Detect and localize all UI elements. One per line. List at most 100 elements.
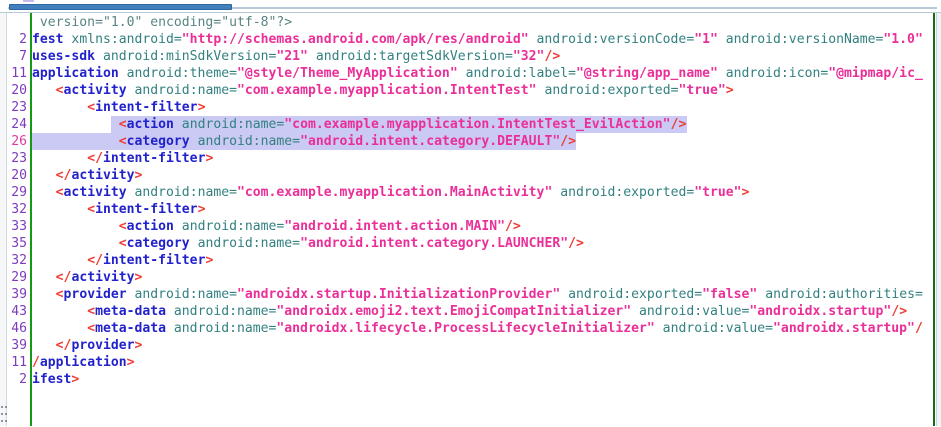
code-token: application xyxy=(32,66,119,81)
code-token: android:name= xyxy=(127,83,237,98)
code-token: "androidx.startup.InitializationProvider… xyxy=(237,287,560,302)
code-token: > xyxy=(135,338,143,353)
code-token: android:versionName= xyxy=(718,32,884,47)
code-token: "androidx.emoji2.text.EmojiCompatInitial… xyxy=(276,304,631,319)
grip-dot xyxy=(1,413,3,415)
marker-strip xyxy=(0,13,7,426)
code-token: "@string/app_name" xyxy=(576,66,718,81)
code-line[interactable]: fest xmlns:android="http://schemas.andro… xyxy=(32,31,935,48)
code-token: > xyxy=(135,168,143,183)
code-line[interactable]: <intent-filter> xyxy=(32,99,935,116)
code-line[interactable]: /application> xyxy=(32,354,935,371)
code-token: "true" xyxy=(694,185,741,200)
line-number: 33 xyxy=(8,218,30,235)
code-token: fest xyxy=(32,32,64,47)
code-token: android:label= xyxy=(458,66,576,81)
code-token: action xyxy=(127,219,174,234)
code-token: activity xyxy=(64,83,127,98)
code-line[interactable]: <meta-data android:name="androidx.emoji2… xyxy=(32,303,935,320)
code-token: "com.example.myapplication.IntentTest_Ev… xyxy=(284,117,670,132)
code-token: > xyxy=(127,355,135,370)
code-line[interactable]: <category android:name="android.intent.c… xyxy=(32,235,935,252)
code-token: meta-data xyxy=(95,321,166,336)
code-line[interactable]: ifest> xyxy=(32,371,935,388)
code-line[interactable]: <action android:name="android.intent.act… xyxy=(32,218,935,235)
code-token: /> xyxy=(891,304,907,319)
code-line[interactable]: </activity> xyxy=(32,167,935,184)
code-token: application xyxy=(40,355,127,370)
line-number: 43 xyxy=(8,303,30,320)
code-line[interactable]: <activity android:name="com.example.myap… xyxy=(32,184,935,201)
code-line[interactable]: <intent-filter> xyxy=(32,201,935,218)
grip-dot xyxy=(1,420,3,422)
code-token xyxy=(32,185,56,200)
code-text-area[interactable]: version="1.0" encoding="utf-8"?>fest xml… xyxy=(32,14,935,427)
code-token: > xyxy=(135,270,143,285)
code-line[interactable]: application android:theme="@style/Theme_… xyxy=(32,65,935,82)
code-token: < xyxy=(119,219,127,234)
code-line[interactable]: <category android:name="android.intent.c… xyxy=(32,133,935,150)
code-token: android:minSdkVersion= xyxy=(95,49,276,64)
code-token: </ xyxy=(56,270,72,285)
code-token xyxy=(32,219,119,234)
vertical-scrollbar-track[interactable] xyxy=(936,13,941,426)
code-token: intent-filter xyxy=(95,100,197,115)
code-token: android:versionCode= xyxy=(529,32,695,47)
code-line[interactable]: <provider android:name="androidx.startup… xyxy=(32,286,935,303)
code-token: "android.intent.category.DEFAULT" xyxy=(300,134,560,149)
code-token: /> xyxy=(505,219,521,234)
code-token: > xyxy=(71,372,79,387)
code-token: android:name= xyxy=(166,304,276,319)
code-token: "android.intent.action.MAIN" xyxy=(284,219,505,234)
code-token: category xyxy=(127,134,190,149)
code-token xyxy=(32,202,87,217)
code-line[interactable]: </activity> xyxy=(32,269,935,286)
code-token xyxy=(32,253,87,268)
grip-dot xyxy=(5,406,7,408)
code-token: /> xyxy=(568,236,584,251)
grip-dot xyxy=(5,420,7,422)
code-token xyxy=(32,134,119,149)
code-token: action xyxy=(127,117,174,132)
code-token: < xyxy=(119,117,127,132)
code-token: android:value= xyxy=(631,304,749,319)
code-line[interactable]: </intent-filter> xyxy=(32,252,935,269)
code-token: activity xyxy=(71,168,134,183)
code-token: "com.example.myapplication.IntentTest" xyxy=(237,83,537,98)
line-number: 11 xyxy=(8,354,30,371)
code-token: version="1.0" encoding="utf-8"?> xyxy=(32,15,292,30)
code-token: android:targetSdkVersion= xyxy=(308,49,513,64)
code-token: > xyxy=(742,185,750,200)
code-token xyxy=(32,117,119,132)
code-line[interactable]: <meta-data android:name="androidx.lifecy… xyxy=(32,320,935,337)
code-token xyxy=(32,287,56,302)
code-line[interactable]: </provider> xyxy=(32,337,935,354)
code-token: android:exported= xyxy=(552,185,694,200)
code-line[interactable]: version="1.0" encoding="utf-8"?> xyxy=(32,14,935,31)
code-token: android:icon= xyxy=(718,66,828,81)
code-token xyxy=(32,270,56,285)
code-token: provider xyxy=(64,287,127,302)
code-token xyxy=(32,236,119,251)
horizontal-scrollbar-thumb[interactable] xyxy=(9,4,232,10)
code-line[interactable]: <activity android:name="com.example.myap… xyxy=(32,82,935,99)
right-margin-line xyxy=(933,13,935,426)
code-token xyxy=(32,83,56,98)
line-number: 39 xyxy=(8,337,30,354)
code-token: activity xyxy=(71,270,134,285)
code-line[interactable]: uses-sdk android:minSdkVersion="21" andr… xyxy=(32,48,935,65)
splitter-grip[interactable] xyxy=(1,406,7,422)
grip-dot xyxy=(5,413,7,415)
code-token: > xyxy=(726,83,734,98)
code-token: "32" xyxy=(513,49,545,64)
code-line[interactable]: </intent-filter> xyxy=(32,150,935,167)
line-number: 24 xyxy=(8,116,30,133)
line-number: 23 xyxy=(8,99,30,116)
code-token: < xyxy=(87,321,95,336)
code-token: android:authorities= xyxy=(757,287,923,302)
code-token: / xyxy=(915,321,923,336)
code-token: > xyxy=(198,100,206,115)
top-scrollbar-area xyxy=(0,0,941,12)
code-line[interactable]: <action android:name="com.example.myappl… xyxy=(32,116,935,133)
code-token: "1.0" xyxy=(883,32,922,47)
